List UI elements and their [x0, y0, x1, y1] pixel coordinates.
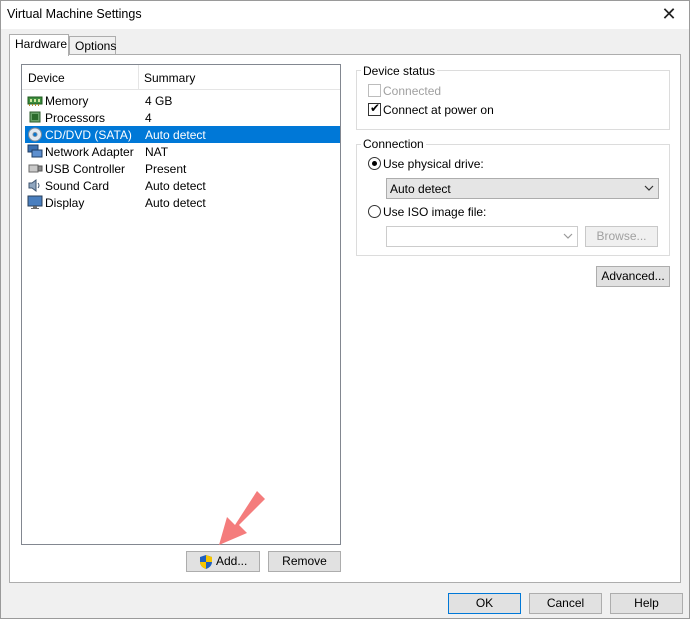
column-header-summary[interactable]: Summary — [144, 71, 195, 85]
cancel-button-label: Cancel — [546, 596, 585, 610]
device-row-display[interactable]: Display Auto detect — [25, 194, 340, 211]
physical-drive-value: Auto detect — [390, 182, 451, 196]
connected-checkbox[interactable] — [368, 84, 381, 97]
processor-icon — [29, 111, 41, 123]
display-icon — [27, 195, 43, 209]
device-row-usb-controller[interactable]: USB Controller Present — [25, 160, 340, 177]
chevron-down-icon — [644, 185, 654, 191]
physical-drive-select[interactable]: Auto detect — [386, 178, 659, 199]
column-header-device[interactable]: Device — [28, 71, 65, 85]
cancel-button[interactable]: Cancel — [529, 593, 602, 614]
add-button-label: Add... — [216, 554, 248, 568]
ok-button[interactable]: OK — [448, 593, 521, 614]
connection-label: Connection — [361, 137, 426, 151]
use-physical-drive-label: Use physical drive: — [383, 157, 484, 171]
ok-button-label: OK — [475, 596, 494, 610]
tab-options[interactable]: Options — [69, 36, 116, 56]
remove-button-label: Remove — [282, 554, 327, 568]
device-name: Memory — [45, 94, 89, 108]
close-icon[interactable]: ✕ — [657, 3, 681, 25]
device-list[interactable]: Device Summary Memory 4 GB Processors 4 — [21, 64, 341, 545]
device-row-memory[interactable]: Memory 4 GB — [25, 92, 340, 109]
connect-at-power-on-checkbox[interactable]: ✔ — [368, 101, 381, 116]
network-adapter-icon — [27, 144, 43, 158]
device-row-cd-dvd[interactable]: CD/DVD (SATA) Auto detect — [25, 126, 340, 143]
memory-icon — [27, 96, 43, 106]
title-bar: Virtual Machine Settings ✕ — [1, 1, 689, 29]
chevron-down-icon — [563, 233, 573, 239]
use-iso-image-radio[interactable] — [368, 205, 381, 218]
shield-icon — [200, 555, 212, 569]
use-physical-drive-radio[interactable] — [368, 157, 381, 170]
device-summary: Auto detect — [145, 179, 206, 193]
device-name: USB Controller — [45, 162, 126, 176]
connect-at-power-on-label: Connect at power on — [383, 103, 494, 117]
browse-button[interactable]: Browse... — [585, 226, 658, 247]
sound-card-icon — [28, 179, 40, 192]
column-divider[interactable] — [138, 65, 139, 90]
device-summary: Present — [145, 162, 187, 176]
tab-options-label: Options — [75, 39, 117, 53]
usb-icon — [28, 164, 43, 173]
device-row-processors[interactable]: Processors 4 — [25, 109, 340, 126]
advanced-button-label: Advanced... — [601, 269, 665, 283]
window-title: Virtual Machine Settings — [7, 7, 142, 21]
add-button[interactable]: Add... — [186, 551, 260, 572]
check-icon: ✔ — [370, 101, 381, 115]
device-name: Sound Card — [45, 179, 110, 193]
advanced-button[interactable]: Advanced... — [596, 266, 670, 287]
annotation-arrow-icon — [219, 491, 265, 545]
connected-label: Connected — [383, 84, 442, 98]
browse-button-label: Browse... — [596, 229, 647, 243]
tab-hardware[interactable]: Hardware — [9, 34, 69, 56]
help-button-label: Help — [634, 596, 659, 610]
remove-button[interactable]: Remove — [268, 551, 341, 572]
cd-dvd-icon — [28, 127, 42, 142]
device-summary: 4 GB — [145, 94, 173, 108]
help-button[interactable]: Help — [610, 593, 683, 614]
device-summary: 4 — [145, 111, 152, 125]
device-name: CD/DVD (SATA) — [45, 128, 132, 142]
device-row-network-adapter[interactable]: Network Adapter NAT — [25, 143, 340, 160]
device-name: Processors — [45, 111, 106, 125]
device-list-header: Device Summary — [22, 65, 340, 90]
device-row-sound-card[interactable]: Sound Card Auto detect — [25, 177, 340, 194]
iso-image-path-select[interactable] — [386, 226, 578, 247]
device-summary: Auto detect — [145, 196, 206, 210]
device-status-group — [356, 70, 670, 130]
use-iso-image-label: Use ISO image file: — [383, 205, 487, 219]
device-summary: NAT — [145, 145, 169, 159]
device-name: Display — [45, 196, 85, 210]
vm-settings-window: Virtual Machine Settings ✕ Hardware Opti… — [0, 0, 690, 619]
tab-hardware-label: Hardware — [15, 37, 68, 51]
device-status-label: Device status — [361, 64, 438, 78]
device-summary: Auto detect — [145, 128, 206, 142]
device-name: Network Adapter — [45, 145, 134, 159]
radio-selected-dot — [372, 161, 377, 166]
